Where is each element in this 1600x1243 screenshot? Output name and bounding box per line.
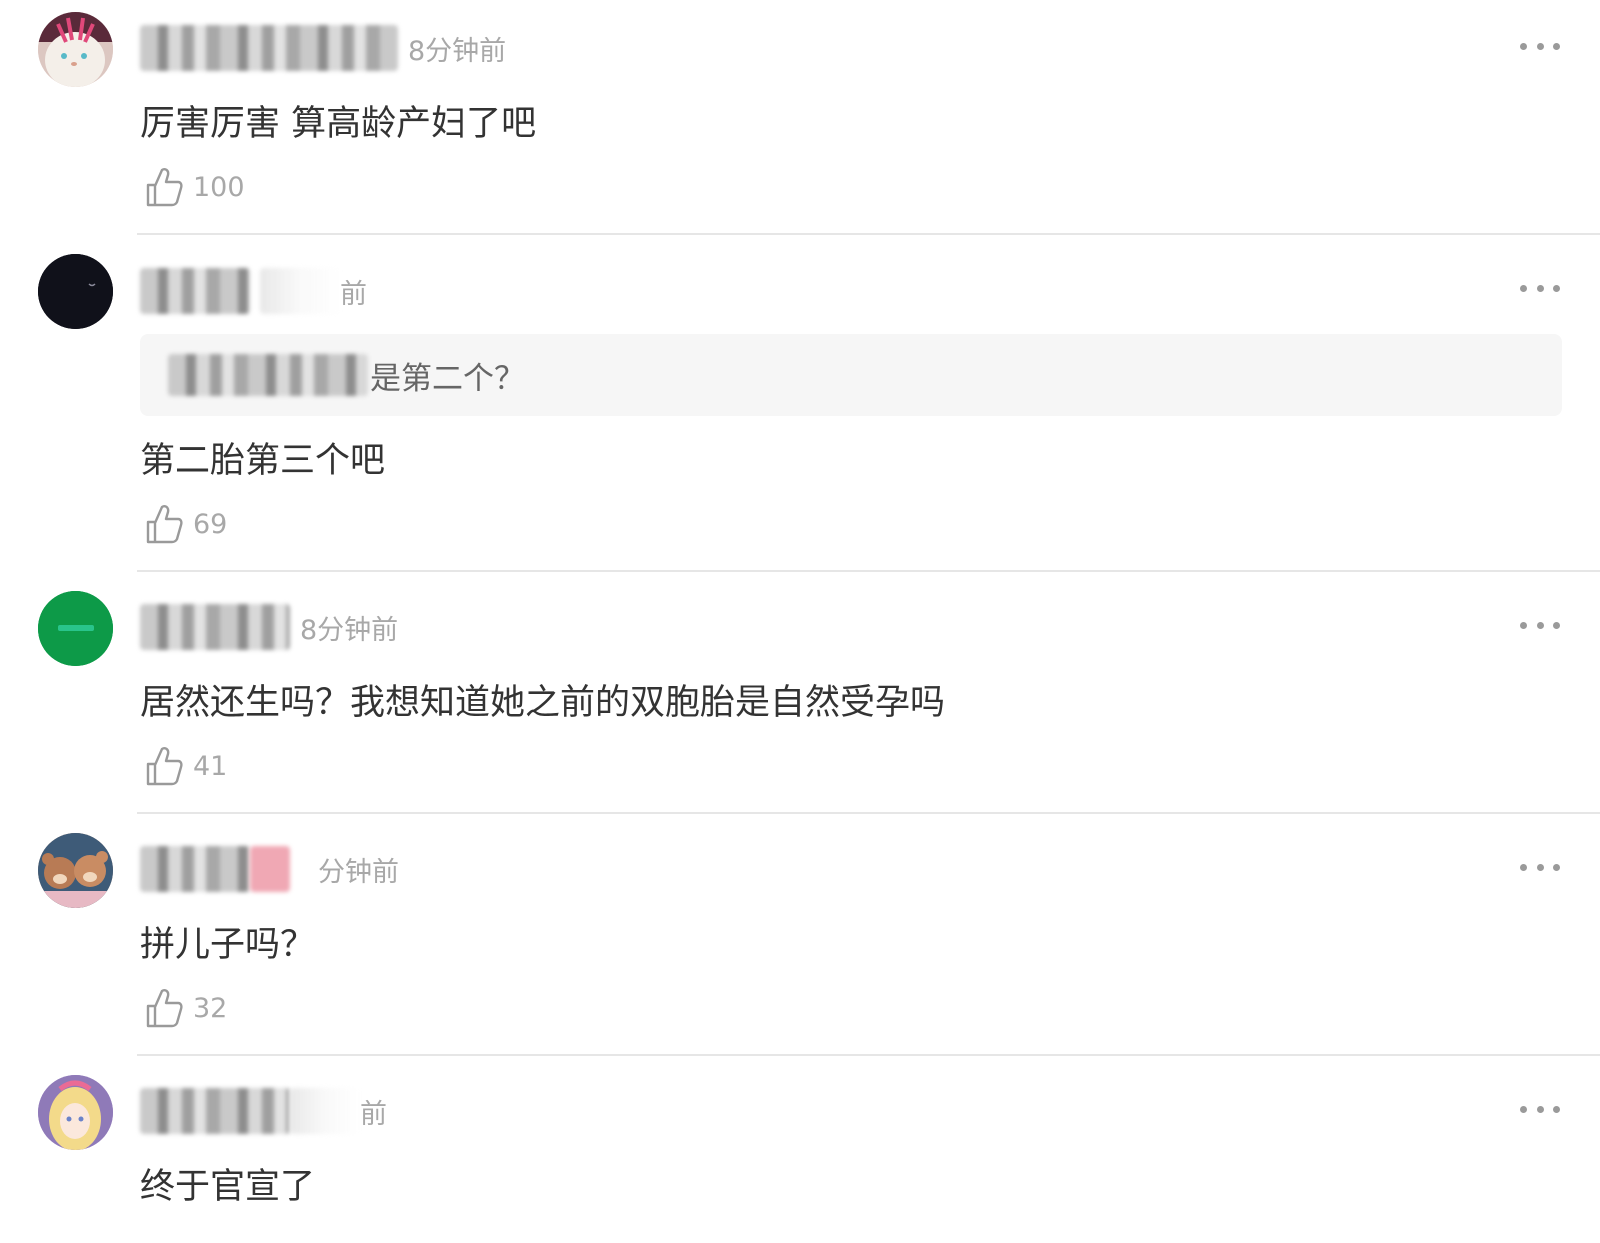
like-button[interactable]: 41 [145,743,227,789]
dark-avatar-icon [38,254,113,329]
comment-text: 终于官宣了 [140,1167,316,1207]
thumbs-up-icon [146,747,183,786]
more-options-icon[interactable] [1520,1099,1560,1119]
like-button[interactable]: 100 [145,164,245,210]
like-count: 32 [193,992,228,1024]
thumbs-up-icon [146,168,183,207]
quoted-reply[interactable]: 是第二个？ [140,334,1562,416]
thumbs-up-icon [146,505,183,544]
user-avatar[interactable] [38,12,113,87]
user-avatar[interactable] [38,254,113,329]
username-blurred[interactable] [140,1088,290,1134]
more-options-icon[interactable] [1520,857,1560,877]
comment-time: 分钟前 [318,856,399,888]
comment-text: 第二胎第三个吧 [140,441,386,481]
like-count: 100 [193,171,245,203]
divider [137,1054,1600,1056]
like-count: 69 [193,508,228,540]
comment-text: 拼儿子吗？ [140,925,316,965]
quoted-text: 是第二个？ [370,360,525,397]
comment-time: 前 [340,278,367,310]
more-options-icon[interactable] [1520,278,1560,298]
quoted-username-blurred [168,354,368,396]
username-blurred[interactable] [140,604,290,650]
like-count: 41 [193,750,228,782]
comment-text: 居然还生吗？我想知道她之前的双胞胎是自然受孕吗 [140,683,946,723]
divider [137,570,1600,572]
divider [137,812,1600,814]
anime-girl-avatar-icon [38,1075,113,1150]
green-avatar-icon [38,591,113,666]
thumbs-up-icon [146,989,183,1028]
username-blurred[interactable] [140,268,250,314]
comment-text: 厉害厉害 算高龄产妇了吧 [140,104,537,144]
divider [137,233,1600,235]
comment-time: 8分钟前 [300,614,399,646]
user-avatar[interactable] [38,1075,113,1150]
comment-time: 8分钟前 [408,35,507,67]
user-avatar[interactable] [38,591,113,666]
comment-time: 前 [360,1098,387,1130]
more-options-icon[interactable] [1520,36,1560,56]
like-button[interactable]: 69 [145,501,227,547]
username-blurred[interactable] [140,25,398,71]
bunny-plush-avatar-icon [38,12,113,87]
username-blurred[interactable] [140,846,250,892]
more-options-icon[interactable] [1520,615,1560,635]
like-button[interactable]: 32 [145,985,227,1031]
teddy-bears-avatar-icon [38,833,113,908]
user-avatar[interactable] [38,833,113,908]
